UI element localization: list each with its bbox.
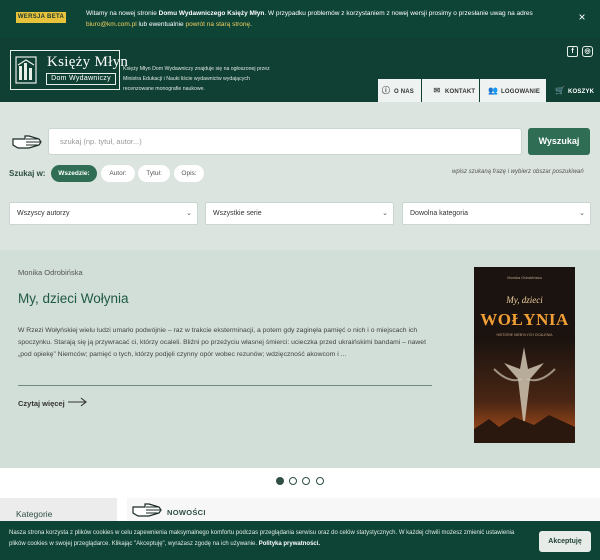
- series-select[interactable]: Wszystkie serie ⌄: [205, 202, 394, 225]
- category-select-value: Dowolna kategoria: [410, 210, 468, 217]
- beta-badge: WERSJA BETA: [16, 12, 66, 23]
- divider: [18, 385, 432, 386]
- slide-dot-4[interactable]: [316, 477, 324, 485]
- read-more-link[interactable]: Czytaj więcej: [18, 399, 65, 408]
- nav-login-label: LOGOWANIE: [501, 89, 541, 95]
- search-hint: wpisz szukaną frazę i wybierz obszar pos…: [452, 169, 584, 175]
- logo-title: Księży Młyn: [47, 54, 129, 70]
- cover-author: Monika Odrobińska: [507, 275, 542, 280]
- header-description: Księży Młyn Dom Wydawniczy znajduje się …: [123, 66, 270, 92]
- chevron-down-icon: ⌄: [382, 210, 388, 217]
- book-title[interactable]: My, dzieci Wołynia: [18, 291, 129, 306]
- cookie-message: Nasza strona korzysta z plików cookies w…: [9, 528, 525, 550]
- nav-contact[interactable]: ✉ KONTAKT: [422, 79, 479, 102]
- nav-contact-label: KONTAKT: [445, 89, 476, 95]
- info-icon: ⓘ: [381, 86, 391, 95]
- mill-logo-icon: [15, 56, 37, 84]
- cart-icon: 🛒: [555, 86, 566, 95]
- authors-select-value: Wszyscy autorzy: [17, 210, 70, 217]
- book-author[interactable]: Monika Odrobińska: [18, 268, 83, 277]
- beta-text-1: Witamy na nowej stronie: [86, 10, 159, 17]
- site-header: Księży Młyn Dom Wydawniczy Księży Młyn D…: [0, 38, 600, 102]
- nav-about[interactable]: ⓘ O NAS: [378, 79, 421, 102]
- pointing-hand-icon: [132, 503, 162, 517]
- scope-author[interactable]: Autor:: [101, 165, 135, 182]
- instagram-icon[interactable]: ◎: [582, 46, 593, 57]
- envelope-icon: ✉: [433, 86, 441, 95]
- beta-message: Witamy na nowej stronie Domu Wydawniczeg…: [86, 8, 566, 30]
- beta-text-2: . W przypadku problemów z korzystaniem z…: [264, 10, 533, 17]
- slide-dot-2[interactable]: [289, 477, 297, 485]
- book-cover[interactable]: Monika Odrobińska My, dzieci WOŁYNIA HIS…: [474, 267, 575, 443]
- chevron-down-icon: ⌄: [186, 210, 192, 217]
- cover-title-line2: WOŁYNIA: [480, 310, 569, 329]
- facebook-icon[interactable]: f: [567, 46, 578, 57]
- news-heading: NOWOŚCI: [167, 508, 206, 517]
- accept-cookies-button[interactable]: Akceptuję: [539, 531, 591, 552]
- scope-title[interactable]: Tytuł:: [138, 165, 170, 182]
- close-icon[interactable]: ×: [575, 10, 589, 24]
- logo[interactable]: Księży Młyn Dom Wydawniczy: [10, 50, 128, 90]
- logo-subtitle: Dom Wydawniczy: [46, 73, 116, 85]
- search-scope-label: Szukaj w:: [9, 169, 46, 178]
- cover-title-line1: My, dzieci: [506, 295, 543, 305]
- pointing-hand-icon: [12, 135, 42, 149]
- featured-book-slider: Monika Odrobińska My, dzieci Wołynia W R…: [0, 250, 600, 485]
- cover-illustration: [474, 339, 575, 443]
- nav-cart-label: KOSZYK: [568, 89, 595, 95]
- contact-email-link[interactable]: biuro@km.com.pl: [86, 21, 137, 28]
- chevron-down-icon: ⌄: [579, 210, 585, 217]
- nav-cart[interactable]: 🛒 KOSZYK: [546, 79, 600, 102]
- search-input[interactable]: szukaj (np. tytuł, autor...): [48, 128, 522, 155]
- scope-description[interactable]: Opis:: [174, 165, 204, 182]
- slide-dot-1[interactable]: [276, 477, 284, 485]
- privacy-policy-link[interactable]: Polityka prywatności.: [259, 541, 320, 547]
- authors-select[interactable]: Wszyscy autorzy ⌄: [9, 202, 198, 225]
- series-select-value: Wszystkie serie: [213, 210, 262, 217]
- search-section: szukaj (np. tytuł, autor...) Wyszukaj Sz…: [0, 102, 600, 250]
- slide-dot-3[interactable]: [302, 477, 310, 485]
- search-button[interactable]: Wyszukaj: [528, 128, 590, 155]
- users-icon: 👥: [488, 86, 499, 95]
- nav-about-label: O NAS: [394, 89, 415, 95]
- cookie-banner: Nasza strona korzysta z plików cookies w…: [0, 521, 600, 560]
- beta-notice-bar: WERSJA BETA Witamy na nowej stronie Domu…: [0, 0, 600, 38]
- cover-subtitle: HISTORIE NIEBYŁYCH OCALENIA: [496, 333, 553, 337]
- beta-text-3: lub ewentualnie: [136, 21, 186, 28]
- slider-pagination: [276, 477, 326, 487]
- category-select[interactable]: Dowolna kategoria ⌄: [402, 202, 591, 225]
- scope-everywhere[interactable]: Wszedzie:: [51, 165, 97, 182]
- arrow-right-icon[interactable]: [68, 397, 88, 407]
- old-site-link[interactable]: powrót na starą stronę: [185, 21, 250, 28]
- nav-login[interactable]: 👥 LOGOWANIE: [480, 79, 546, 102]
- beta-text-bold: Domu Wydawniczego Księży Młyn: [158, 10, 265, 17]
- book-description: W Rzezi Wołyńskiej wielu ludzi umarło po…: [18, 327, 426, 358]
- beta-text-4: .: [250, 21, 252, 28]
